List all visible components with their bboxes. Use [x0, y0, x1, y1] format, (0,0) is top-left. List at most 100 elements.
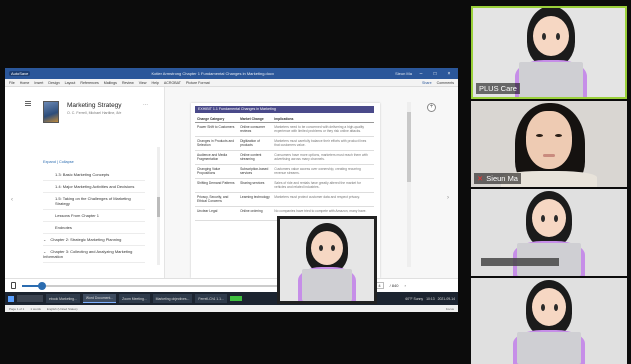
- category-cell: Changes in Products and Selection: [195, 136, 239, 151]
- tab-file[interactable]: File: [9, 81, 15, 85]
- minimize-button[interactable]: –: [416, 71, 426, 77]
- participant-name: Sieun Ma: [486, 174, 518, 183]
- tab-review[interactable]: Review: [122, 81, 134, 85]
- category-cell: Changing Value Propositions: [195, 164, 239, 179]
- tab-picture-format[interactable]: Picture Format: [186, 81, 210, 85]
- clock-date[interactable]: 2021-09-14: [438, 297, 455, 301]
- taskbar-app[interactable]: Ferrell-Ch1 1.1...: [195, 294, 227, 303]
- participant-tile[interactable]: [471, 278, 627, 364]
- tab-layout[interactable]: Layout: [65, 81, 76, 85]
- shared-screen: AutoSave Kotler Armstrong Chapter 1 Fund…: [5, 68, 458, 312]
- taskbar-app[interactable]: ebook Marketing...: [46, 294, 80, 303]
- ebook-sidebar: Marketing Strategy O. C. Ferrell, Michae…: [5, 87, 165, 278]
- mic-muted-icon: ✕: [477, 174, 484, 183]
- close-button[interactable]: ×: [444, 71, 454, 77]
- scrollbar-thumb[interactable]: [157, 197, 160, 217]
- implication-cell: Marketers need to be concerned with deli…: [272, 122, 374, 137]
- chevron-right-icon[interactable]: ›: [447, 195, 449, 201]
- participant-name-bar: [481, 258, 559, 266]
- avatar-eye: [556, 33, 560, 40]
- taskbar-app[interactable]: Marketing objectives...: [152, 294, 193, 303]
- toc-item[interactable]: Endnotes: [43, 222, 145, 234]
- category-cell: Audience and Media Fragmentation: [195, 150, 239, 165]
- participant-name: PLUS Care: [476, 83, 520, 94]
- participant-tile[interactable]: ✕ Sieun Ma: [471, 101, 627, 187]
- sidebar-scrollbar[interactable]: [157, 147, 160, 265]
- avatar-face: [532, 199, 566, 237]
- implication-cell: Sales of ride and rentals have greatly a…: [272, 178, 374, 193]
- avatar-face: [311, 231, 343, 265]
- book-author: O. C. Ferrell, Michael Hartline, 8/e: [67, 111, 122, 115]
- tab-insert[interactable]: Insert: [34, 81, 43, 85]
- change-cell: Learning technology: [238, 192, 273, 207]
- tab-design[interactable]: Design: [48, 81, 59, 85]
- battery-icon[interactable]: [229, 296, 242, 301]
- windows-start-icon[interactable]: [8, 295, 14, 302]
- change-cell: Online ordering: [238, 206, 273, 221]
- tab-home[interactable]: Home: [20, 81, 30, 85]
- person-face: [526, 111, 572, 169]
- windows-taskbar: ebook Marketing... Word Document... Zoom…: [5, 292, 458, 305]
- change-cell: Online consumer reviews: [238, 122, 273, 137]
- expand-collapse-link[interactable]: Expand | Collapse: [43, 160, 74, 164]
- tab-acrobat[interactable]: ACROBAT: [164, 81, 181, 85]
- tab-view[interactable]: View: [139, 81, 147, 85]
- change-cell: Subscription-based services: [238, 164, 273, 179]
- maximize-button[interactable]: □: [430, 71, 440, 77]
- share-button[interactable]: Share: [422, 81, 432, 85]
- table-row: Privacy, Security, and Ethical Concerns …: [195, 192, 374, 207]
- avatar-emoji: [280, 219, 374, 301]
- participant-name-label: ✕ Sieun Ma: [474, 173, 521, 184]
- focus-button[interactable]: Focus: [446, 307, 454, 311]
- chevron-left-icon[interactable]: ‹: [11, 197, 13, 203]
- toc-chapter[interactable]: Chapter 2: Strategic Marketing Planning: [43, 234, 145, 246]
- next-page-icon[interactable]: ›: [404, 283, 405, 288]
- implication-cell: Marketers must carefully balance their e…: [272, 136, 374, 151]
- tab-references[interactable]: References: [80, 81, 98, 85]
- more-options-icon[interactable]: ⋯: [143, 102, 148, 108]
- participant-tile[interactable]: PLUS Care: [471, 6, 627, 99]
- comments-button[interactable]: Comments: [437, 81, 454, 85]
- toc-item[interactable]: 1.5: Taking on the Challenges of Marketi…: [43, 193, 145, 210]
- floating-video-tile[interactable]: [277, 216, 377, 304]
- tab-help[interactable]: Help: [151, 81, 158, 85]
- weather-widget[interactable]: 60°F Sunny: [405, 297, 423, 301]
- taskbar-app[interactable]: Zoom Meeting...: [119, 294, 150, 303]
- tab-mailings[interactable]: Mailings: [104, 81, 117, 85]
- exhibit-title: EXHIBIT 1.1 Fundamental Changes in Marke…: [195, 106, 374, 113]
- table-of-contents: 1.3: Basic Marketing Concepts 1.4: Major…: [43, 169, 145, 263]
- implication-cell: Consumers have more options, marketers m…: [272, 150, 374, 165]
- slider-handle[interactable]: [38, 281, 47, 290]
- phone-icon[interactable]: [11, 282, 16, 289]
- table-row: Power Shift to Customers Online consumer…: [195, 122, 374, 137]
- change-cell: Sharing services: [238, 178, 273, 193]
- avatar-eye: [554, 304, 558, 311]
- toc-item[interactable]: Lessons From Chapter 1: [43, 210, 145, 222]
- clock-time[interactable]: 10:13: [426, 297, 435, 301]
- status-page: Page 1 of 1: [9, 306, 25, 311]
- ribbon-tabs: File Home Insert Design Layout Reference…: [5, 79, 458, 87]
- scrollbar-thumb[interactable]: [407, 112, 411, 182]
- toc-item[interactable]: 1.4: Major Marketing Activities and Deci…: [43, 181, 145, 193]
- table-row: Audience and Media Fragmentation Online …: [195, 150, 374, 165]
- change-cell: Digitization of products: [238, 136, 273, 151]
- status-language[interactable]: English (United States): [47, 307, 78, 311]
- table-row: Changes in Products and Selection Digiti…: [195, 136, 374, 151]
- page-scrollbar[interactable]: [407, 102, 411, 267]
- book-title: Marketing Strategy: [67, 102, 122, 109]
- category-cell: Shifting Demand Patterns: [195, 178, 239, 193]
- window-title: Kotler Armstrong Chapter 1 Fundamental C…: [151, 71, 274, 76]
- menu-icon[interactable]: [25, 101, 31, 106]
- taskbar-search[interactable]: [17, 295, 43, 302]
- implication-cell: Customers value access over ownership, c…: [272, 164, 374, 179]
- autosave-toggle[interactable]: AutoSave: [9, 71, 31, 76]
- toc-item[interactable]: 1.3: Basic Marketing Concepts: [43, 169, 145, 181]
- taskbar-app[interactable]: Word Document...: [82, 294, 117, 303]
- toc-chapter[interactable]: Chapter 3: Collecting and Analyzing Mark…: [43, 246, 145, 263]
- page-total: / 840: [389, 283, 399, 288]
- avatar-eye: [541, 215, 545, 222]
- avatar-eye: [331, 245, 335, 251]
- table-row: Changing Value Propositions Subscription…: [195, 164, 374, 179]
- add-note-icon[interactable]: +: [427, 103, 436, 112]
- participant-tile[interactable]: [471, 189, 627, 276]
